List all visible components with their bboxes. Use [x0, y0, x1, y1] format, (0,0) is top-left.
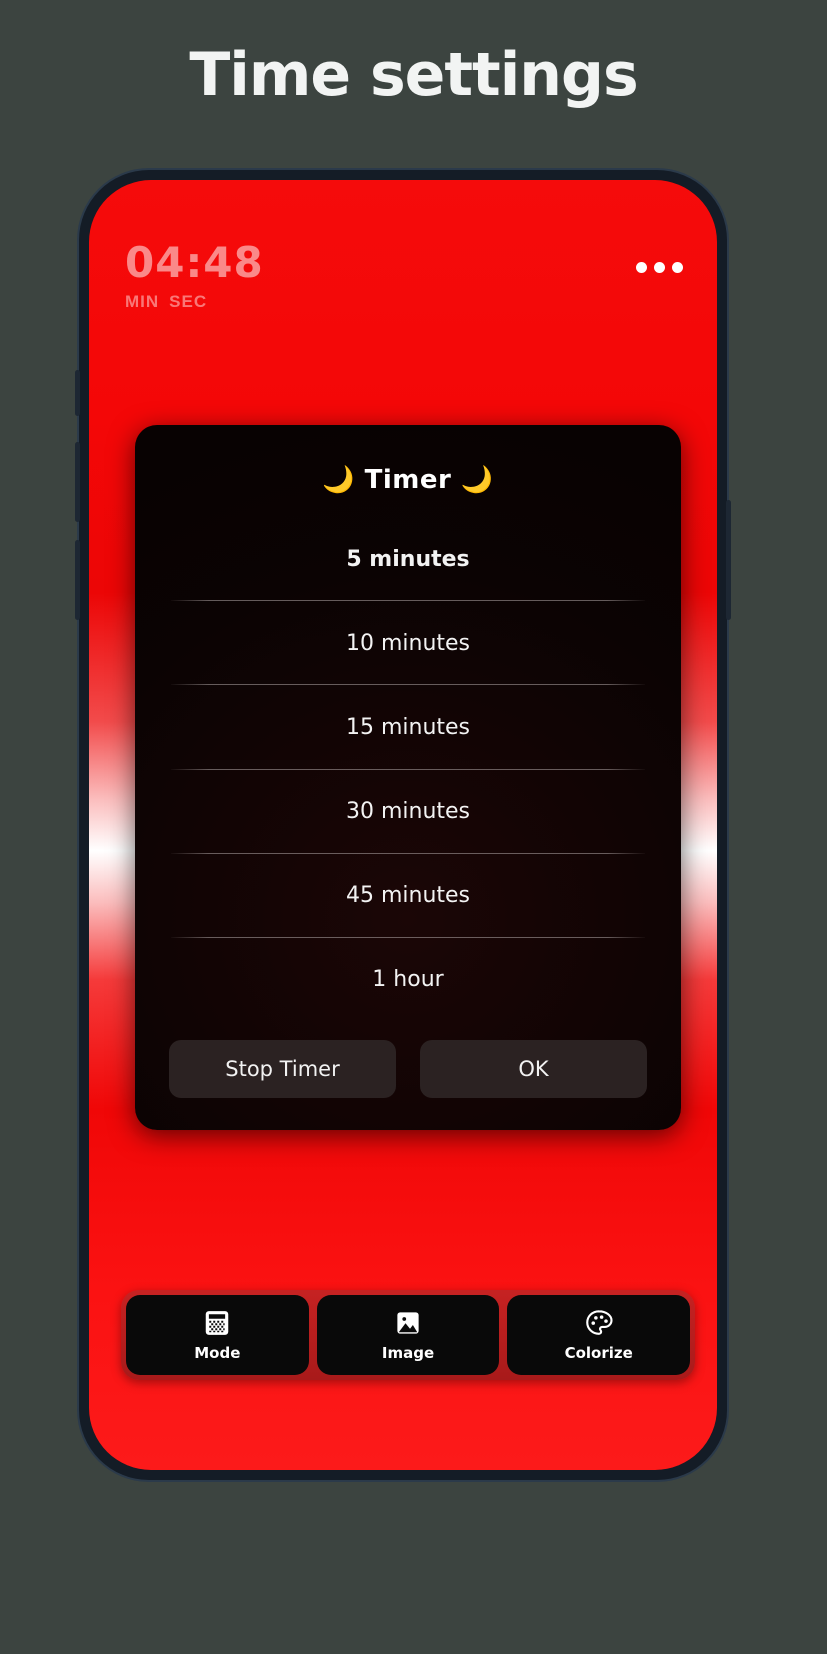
toolbar-button-image[interactable]: Image	[316, 1295, 500, 1375]
phone-button-volume-up[interactable]	[75, 442, 80, 522]
grid-dither-icon	[202, 1308, 232, 1338]
toolbar-label-image: Image	[381, 1344, 435, 1362]
timer-units: MIN SEC	[125, 292, 264, 312]
more-horizontal-icon[interactable]	[636, 262, 683, 273]
toolbar-label-mode: Mode	[194, 1344, 241, 1362]
list-item[interactable]: 10 minutes	[135, 601, 681, 686]
option-label: 45 minutes	[345, 883, 471, 909]
option-label: 1 hour	[372, 967, 444, 993]
toolbar-label-colorize: Colorize	[564, 1344, 633, 1362]
timer-unit-sec: SEC	[169, 292, 208, 311]
phone-frame: 04:48 MIN SEC 🌙 Timer 🌙 5 minutes 10 minu…	[75, 170, 731, 1480]
list-item[interactable]: 1 hour	[135, 938, 681, 1022]
stop-timer-button[interactable]: Stop Timer	[169, 1040, 396, 1098]
option-label: 15 minutes	[345, 714, 471, 740]
option-label: 5 minutes	[346, 546, 470, 572]
page-title: Time settings	[189, 40, 638, 110]
dialog-title: 🌙 Timer 🌙	[322, 465, 494, 495]
timer-readout: 04:48 MIN SEC	[125, 242, 264, 312]
option-label: 10 minutes	[345, 630, 471, 656]
timer-value: 04:48	[125, 238, 264, 287]
dialog-actions: Stop Timer OK	[135, 1022, 681, 1130]
menu-dot	[654, 262, 665, 273]
phone-screen: 04:48 MIN SEC 🌙 Timer 🌙 5 minutes 10 minu…	[89, 180, 717, 1470]
phone-button-volume-down[interactable]	[75, 540, 80, 620]
timer-option-list: 5 minutes 10 minutes 15 minutes 30 minut…	[135, 517, 681, 1022]
list-item[interactable]: 30 minutes	[135, 770, 681, 854]
timer-unit-min: MIN	[125, 292, 160, 311]
menu-dot	[672, 262, 683, 273]
image-picture-icon	[393, 1308, 423, 1338]
phone-button-power[interactable]	[726, 500, 731, 620]
option-label: 30 minutes	[345, 799, 471, 825]
list-item[interactable]: 15 minutes	[135, 685, 681, 770]
ok-button[interactable]: OK	[420, 1040, 647, 1098]
toolbar-button-colorize[interactable]: Colorize	[507, 1295, 691, 1375]
bottom-toolbar: Mode Image Colorize	[121, 1290, 695, 1380]
palette-icon	[584, 1308, 614, 1338]
menu-dot	[636, 262, 647, 273]
list-item[interactable]: 45 minutes	[135, 854, 681, 939]
timer-dialog: 🌙 Timer 🌙 5 minutes 10 minutes 15 minute…	[135, 425, 681, 1130]
toolbar-button-mode[interactable]: Mode	[126, 1295, 309, 1375]
list-item[interactable]: 5 minutes	[135, 517, 681, 602]
phone-button-silent[interactable]	[75, 370, 80, 416]
